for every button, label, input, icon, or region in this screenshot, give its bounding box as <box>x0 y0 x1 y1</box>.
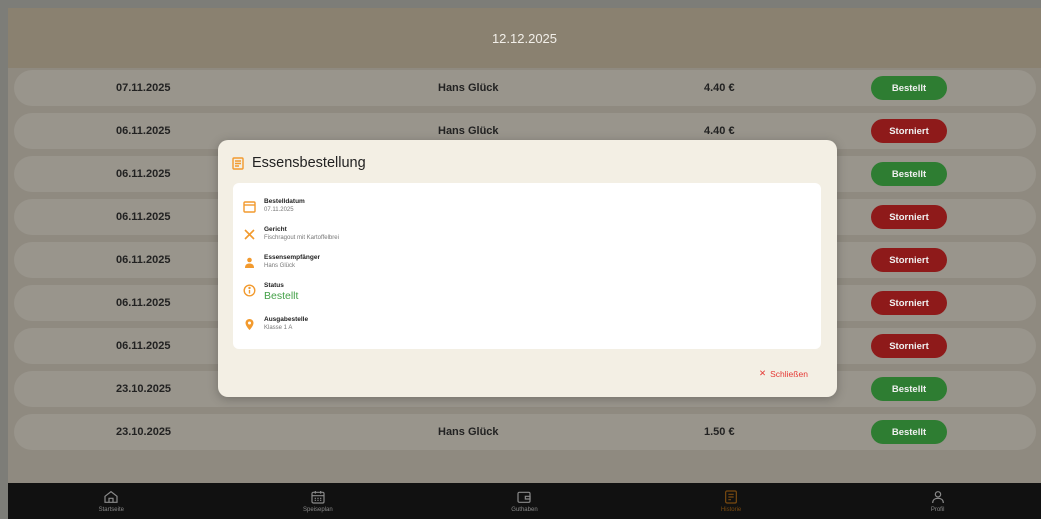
order-details-card: Bestelldatum 07.11.2025 Gericht Fischrag… <box>233 183 821 349</box>
order-recipient: Hans Glück <box>438 82 499 94</box>
field-pickup: Ausgabestelle Klasse 1 A <box>243 315 308 333</box>
field-label: Essensempfänger <box>264 254 320 261</box>
person-icon <box>931 491 944 504</box>
nav-item-profil[interactable]: Profil <box>834 483 1041 519</box>
field-value: Fischragout mit Kartoffelbrei <box>264 235 339 241</box>
field-recipient: Essensempfänger Hans Glück <box>243 253 320 271</box>
order-recipient: Hans Glück <box>438 426 499 438</box>
nav-label: Guthaben <box>511 507 538 513</box>
date-header: 12.12.2025 <box>8 8 1041 68</box>
status-badge[interactable]: Bestellt <box>871 162 947 186</box>
nav-label: Startseite <box>98 507 124 513</box>
dialog-title: Essensbestellung <box>252 155 366 171</box>
field-label: Status <box>264 282 284 289</box>
status-badge[interactable]: Bestellt <box>871 76 947 100</box>
nav-item-historie[interactable]: Historie <box>628 483 835 519</box>
field-order-date: Bestelldatum 07.11.2025 <box>243 197 305 215</box>
status-badge[interactable]: Storniert <box>871 119 947 143</box>
order-row[interactable]: 07.11.2025 Hans Glück 4.40 € Bestellt <box>14 70 1036 106</box>
status-badge[interactable]: Bestellt <box>871 420 947 444</box>
nav-label: Speiseplan <box>303 507 333 513</box>
order-price: 1.50 € <box>704 426 735 438</box>
status-badge[interactable]: Storniert <box>871 334 947 358</box>
status-badge[interactable]: Storniert <box>871 205 947 229</box>
receipt-icon <box>232 156 244 170</box>
status-badge[interactable]: Bestellt <box>871 377 947 401</box>
field-label: Ausgabestelle <box>264 316 309 323</box>
order-date: 06.11.2025 <box>116 125 171 137</box>
order-date: 07.11.2025 <box>116 82 171 94</box>
order-row[interactable]: 23.10.2025 Hans Glück 1.50 € Bestellt <box>14 414 1036 450</box>
status-badge[interactable]: Storniert <box>871 291 947 315</box>
status-value: Bestellt <box>264 290 299 302</box>
field-value: Hans Glück <box>264 263 296 269</box>
close-label: Schließen <box>770 368 808 379</box>
status-badge[interactable]: Storniert <box>871 248 947 272</box>
field-label: Gericht <box>264 226 287 233</box>
field-label: Bestelldatum <box>264 198 305 205</box>
info-icon <box>243 284 256 297</box>
home-icon <box>104 490 118 503</box>
person-icon <box>245 257 254 268</box>
nav-label: Profil <box>930 507 945 513</box>
order-price: 4.40 € <box>704 125 735 137</box>
order-date: 06.11.2025 <box>116 340 171 352</box>
history-icon <box>725 490 738 504</box>
nav-item-speiseplan[interactable]: Speiseplan <box>215 483 422 519</box>
order-date: 06.11.2025 <box>116 211 171 223</box>
close-icon: ✕ <box>759 368 767 378</box>
nav-label: Historie <box>720 507 742 513</box>
order-recipient: Hans Glück <box>438 125 499 137</box>
location-pin-icon <box>245 319 254 330</box>
current-date: 12.12.2025 <box>491 30 558 46</box>
order-detail-dialog: Essensbestellung Bestelldatum 07.11.2025… <box>218 140 837 397</box>
wallet-icon <box>517 491 532 503</box>
bottom-navigation: Startseite Speiseplan Guthaben Historie … <box>8 483 1041 519</box>
nav-item-guthaben[interactable]: Guthaben <box>421 483 628 519</box>
close-button[interactable]: ✕ Schließen <box>759 368 808 379</box>
calendar-icon <box>311 491 325 504</box>
field-status: Status Bestellt <box>243 281 298 303</box>
field-value: 07.11.2025 <box>264 207 294 213</box>
cutlery-icon <box>244 229 255 240</box>
order-date: 06.11.2025 <box>116 297 171 309</box>
order-date: 06.11.2025 <box>116 254 171 266</box>
dialog-header: Essensbestellung <box>232 155 366 171</box>
order-date: 23.10.2025 <box>116 426 172 438</box>
order-date: 06.11.2025 <box>116 168 171 180</box>
field-value: Klasse 1 A <box>264 325 293 331</box>
order-date: 23.10.2025 <box>116 383 172 395</box>
nav-item-startseite[interactable]: Startseite <box>8 483 215 519</box>
order-price: 4.40 € <box>704 82 735 94</box>
field-dish: Gericht Fischragout mit Kartoffelbrei <box>243 225 339 243</box>
calendar-icon <box>243 201 256 213</box>
